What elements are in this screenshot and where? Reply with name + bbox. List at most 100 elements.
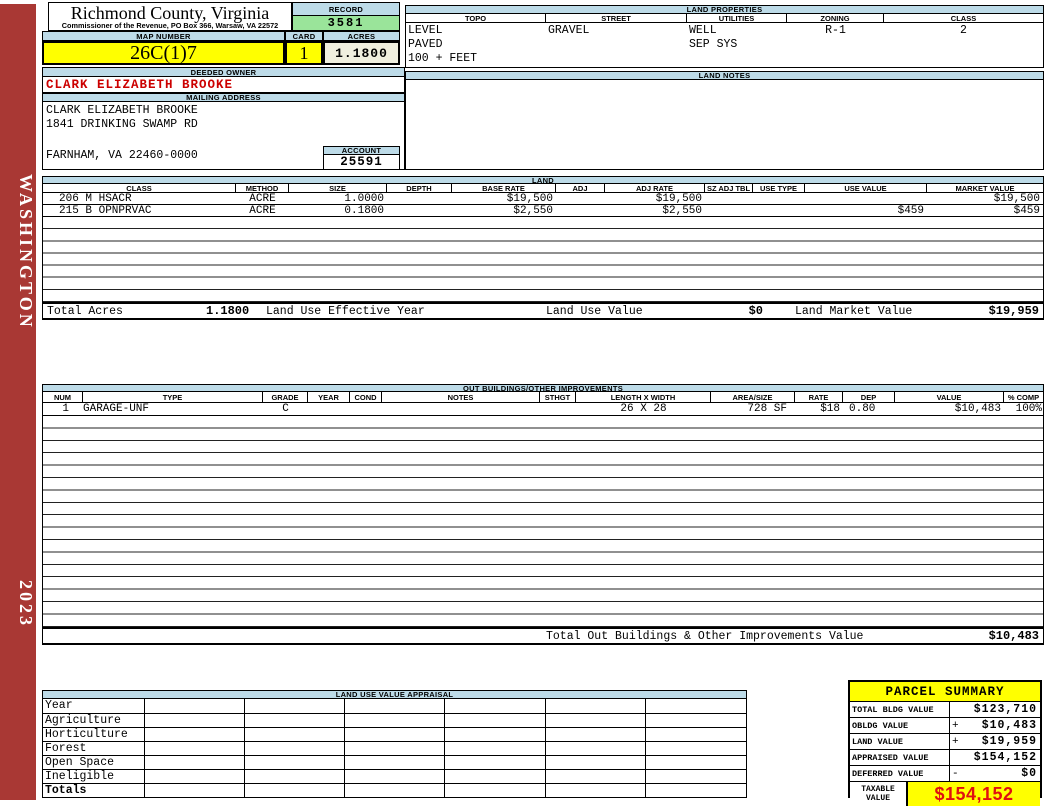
land-use-appraisal-grid: Year Agriculture Horticulture Forest Ope… xyxy=(42,699,747,798)
acres-header: ACRES xyxy=(323,31,400,41)
class-value: 2 xyxy=(960,24,967,37)
luva-row-agriculture: Agriculture xyxy=(43,713,145,727)
land-row-2: 215 B OPNPRVAC ACRE 0.1800 $2,550 $2,550… xyxy=(42,205,1044,217)
col-cond: COND xyxy=(350,392,382,402)
col-class: CLASS xyxy=(950,14,977,22)
col-type: TYPE xyxy=(83,392,263,402)
parcel-row-taxable: TAXABLE VALUE $154,152 xyxy=(850,782,1040,806)
col-value: VALUE xyxy=(895,392,1004,402)
record-header: RECORD xyxy=(292,2,400,16)
parcel-row-obldg: OBLDG VALUE + $10,483 xyxy=(850,718,1040,734)
col-depth: DEPTH xyxy=(387,184,452,192)
account-header-label: ACCOUNT xyxy=(341,146,382,155)
col-use-type: USE TYPE xyxy=(753,184,805,192)
luva-row-open-space: Open Space xyxy=(43,755,145,769)
col-adj: ADJ xyxy=(556,184,605,192)
county-title: Richmond County, Virginia xyxy=(70,3,270,23)
county-header: Richmond County, Virginia Commissioner o… xyxy=(48,2,292,31)
land-notes-title: LAND NOTES xyxy=(698,71,751,80)
map-number-header-label: MAP NUMBER xyxy=(136,31,191,41)
parcel-row-deferred: DEFERRED VALUE - $0 xyxy=(850,766,1040,782)
outbuildings-header: OUT BUILDINGS/OTHER IMPROVEMENTS xyxy=(42,384,1044,393)
account-value: 25591 xyxy=(323,155,400,170)
map-number-header: MAP NUMBER xyxy=(42,31,285,41)
col-length-width: LENGTH X WIDTH xyxy=(576,392,711,402)
effective-year-label: Land Use Effective Year xyxy=(266,304,425,318)
taxable-value: $154,152 xyxy=(934,783,1014,804)
deeded-owner-value: CLARK ELIZABETH BROOKE xyxy=(42,77,405,93)
land-empty-rows xyxy=(42,217,1044,302)
col-pct-comp: % COMP xyxy=(1007,392,1040,402)
col-rate: RATE xyxy=(795,392,843,402)
parcel-row-total-bldg: TOTAL BLDG VALUE $123,710 xyxy=(850,702,1040,718)
mailing-address-header-label: MAILING ADDRESS xyxy=(186,93,261,102)
land-notes-header: LAND NOTES xyxy=(405,71,1044,80)
col-num: NUM xyxy=(43,392,83,402)
col-use-value: USE VALUE xyxy=(805,184,927,192)
deeded-owner-header-label: DEEDED OWNER xyxy=(190,67,257,77)
topo-values: LEVEL PAVED 100 + FEET xyxy=(408,24,478,65)
mailing-address-header: MAILING ADDRESS xyxy=(42,93,405,102)
col-sthgt: STHGT xyxy=(540,392,576,402)
deeded-owner-header: DEEDED OWNER xyxy=(42,67,405,77)
outbuildings-empty-rows xyxy=(42,416,1044,627)
land-use-value: $0 xyxy=(748,304,763,318)
col-market-value: MARKET VALUE xyxy=(955,184,1015,192)
col-grade: GRADE xyxy=(263,392,308,402)
col-topo: TOPO xyxy=(406,14,546,22)
taxable-value-label: TAXABLE VALUE xyxy=(850,782,908,806)
land-table-header: LAND xyxy=(42,176,1044,185)
total-acres-value: 1.1800 xyxy=(206,304,250,318)
acres-header-label: ACRES xyxy=(347,31,376,41)
land-market-value: $19,959 xyxy=(988,304,1039,318)
col-street: STREET xyxy=(546,14,687,22)
luva-row-year: Year xyxy=(43,699,145,713)
account-header: ACCOUNT xyxy=(323,146,400,155)
county-subtitle: Commissioner of the Revenue, PO Box 366,… xyxy=(61,21,279,30)
col-land-class: CLASS xyxy=(43,184,236,192)
outbuildings-row-1: 1 GARAGE-UNF C 26 X 28 728 SF $18 0.80 $… xyxy=(42,403,1044,416)
map-number-value: 26C(1)7 xyxy=(42,41,285,65)
parcel-summary: PARCEL SUMMARY TOTAL BLDG VALUE $123,710… xyxy=(848,680,1042,806)
zoning-value: R-1 xyxy=(825,24,846,37)
col-notes: NOTES xyxy=(382,392,540,402)
luva-row-totals: Totals xyxy=(43,783,145,797)
col-area-size: AREA/SIZE xyxy=(711,392,795,402)
col-base-rate: BASE RATE xyxy=(452,184,556,192)
card-value: 1 xyxy=(285,41,323,65)
col-sz-adj-tbl: SZ ADJ TBL xyxy=(705,184,753,192)
col-zoning: ZONING xyxy=(787,14,884,22)
parcel-summary-title: PARCEL SUMMARY xyxy=(850,682,1040,702)
land-properties-values: LEVEL PAVED 100 + FEET GRAVEL WELL SEP S… xyxy=(405,23,1044,68)
record-number: 3581 xyxy=(292,16,400,31)
land-notes-box xyxy=(405,80,1044,170)
col-utilities: UTILITIES xyxy=(687,14,787,22)
district-spine: WASHINGTON 2023 xyxy=(0,4,36,800)
col-size: SIZE xyxy=(289,184,387,192)
col-adj-rate: ADJ RATE xyxy=(605,184,705,192)
outbuildings-columns: NUM TYPE GRADE YEAR COND NOTES STHGT LEN… xyxy=(42,392,1044,403)
outbuildings-total-row: Total Out Buildings & Other Improvements… xyxy=(42,627,1044,645)
utilities-values: WELL SEP SYS xyxy=(689,24,738,51)
land-totals-row: Total Acres 1.1800 Land Use Effective Ye… xyxy=(42,302,1044,320)
acres-value: 1.1800 xyxy=(323,41,400,65)
outbuildings-total-label: Total Out Buildings & Other Improvements… xyxy=(546,629,864,643)
outbuildings-total-value: $10,483 xyxy=(988,629,1039,643)
luva-row-ineligible: Ineligible xyxy=(43,769,145,783)
land-use-appraisal-header: LAND USE VALUE APPRAISAL xyxy=(42,690,747,699)
land-properties-title: LAND PROPERTIES xyxy=(686,5,763,14)
land-properties-columns: TOPO STREET UTILITIES ZONING CLASS xyxy=(405,14,1044,23)
land-properties-header: LAND PROPERTIES xyxy=(405,5,1044,14)
land-market-value-label: Land Market Value xyxy=(795,304,913,318)
mailing-address-line1: CLARK ELIZABETH BROOKE xyxy=(46,104,198,117)
col-year: YEAR xyxy=(308,392,350,402)
col-method: METHOD xyxy=(236,184,289,192)
tax-year-label: 2023 xyxy=(16,580,36,628)
luva-row-horticulture: Horticulture xyxy=(43,727,145,741)
card-header: CARD xyxy=(285,31,323,41)
total-acres-label: Total Acres xyxy=(47,304,123,318)
land-use-appraisal-title: LAND USE VALUE APPRAISAL xyxy=(335,690,454,699)
record-header-label: RECORD xyxy=(328,4,364,14)
land-row-1: 206 M HSACR ACRE 1.0000 $19,500 $19,500 … xyxy=(42,193,1044,205)
district-name-label: WASHINGTON xyxy=(16,174,36,330)
